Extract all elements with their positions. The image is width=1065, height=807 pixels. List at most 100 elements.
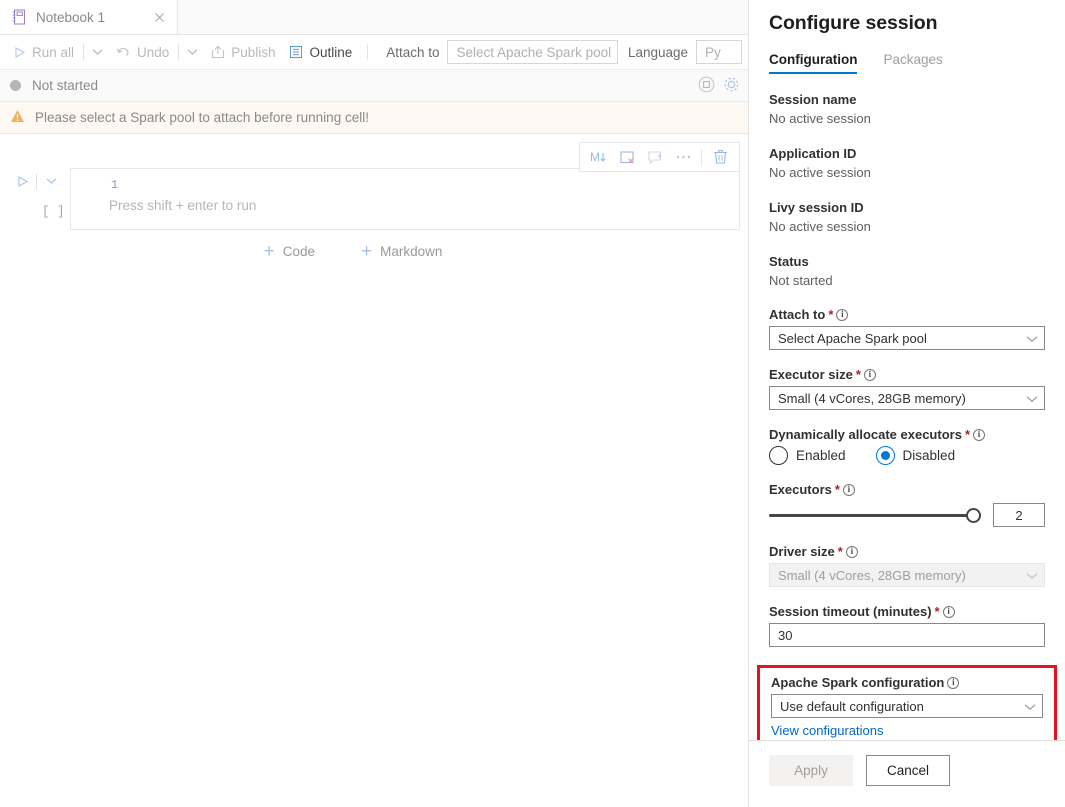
- clear-output-icon[interactable]: [614, 145, 640, 169]
- attach-to-dropdown[interactable]: Select Apache Spark pool: [447, 40, 617, 64]
- info-icon[interactable]: i: [846, 546, 858, 558]
- outline-button[interactable]: Outline: [282, 41, 359, 64]
- info-label: Application ID: [769, 145, 1045, 163]
- session-status-bar: Not started: [0, 70, 748, 102]
- required-marker: *: [828, 307, 833, 322]
- delete-icon[interactable]: [707, 145, 733, 169]
- divider: [36, 174, 37, 189]
- tab-notebook-1[interactable]: Notebook 1: [0, 0, 178, 34]
- panel-footer: Apply Cancel: [749, 740, 1065, 807]
- info-icon[interactable]: i: [864, 369, 876, 381]
- apply-button[interactable]: Apply: [769, 755, 853, 786]
- svg-text:M: M: [590, 150, 600, 164]
- radio-option-enabled[interactable]: Enabled: [769, 446, 846, 465]
- cell-chevron-down-icon[interactable]: [39, 170, 63, 192]
- executors-value-input[interactable]: 2: [993, 503, 1045, 527]
- chevron-down-icon: [1024, 699, 1036, 714]
- tab-strip-empty: [178, 0, 748, 34]
- notebook-icon: [12, 9, 27, 25]
- run-all-button[interactable]: Run all: [6, 41, 81, 64]
- code-placeholder: Press shift + enter to run: [71, 195, 739, 217]
- field-session-timeout: Session timeout (minutes) * i 30: [769, 604, 1045, 647]
- gear-icon[interactable]: [723, 76, 740, 96]
- language-dropdown[interactable]: Py: [696, 40, 742, 64]
- dynamic-allocation-radio-group: Enabled Disabled: [769, 446, 1045, 465]
- field-executors: Executors * i 2: [769, 482, 1045, 527]
- cancel-button[interactable]: Cancel: [866, 755, 950, 786]
- info-icon[interactable]: i: [947, 677, 959, 689]
- radio-button: [876, 446, 895, 465]
- info-icon[interactable]: i: [836, 309, 848, 321]
- session-timeout-label: Session timeout (minutes): [769, 604, 932, 619]
- divider: [367, 44, 368, 60]
- field-label: Executor size * i: [769, 367, 1045, 382]
- panel-tabs: Configuration Packages: [769, 52, 1045, 74]
- markdown-convert-icon[interactable]: M: [586, 145, 612, 169]
- tab-configuration[interactable]: Configuration: [769, 52, 857, 74]
- info-value: No active session: [769, 217, 1045, 236]
- undo-button[interactable]: Undo: [109, 41, 176, 64]
- run-cell-icon[interactable]: [10, 170, 34, 192]
- session-timeout-input[interactable]: 30: [769, 623, 1045, 647]
- executors-slider[interactable]: [769, 505, 981, 525]
- notebook-command-bar: Run all Undo: [0, 35, 748, 70]
- driver-size-value: Small (4 vCores, 28GB memory): [778, 568, 966, 583]
- status-actions: [698, 76, 740, 96]
- info-value: Not started: [769, 271, 1045, 290]
- slider-thumb[interactable]: [966, 508, 981, 523]
- run-all-chevron-down-icon[interactable]: [86, 44, 109, 60]
- add-markdown-cell-button[interactable]: + Markdown: [361, 242, 442, 261]
- executors-control: 2: [769, 503, 1045, 527]
- stop-icon[interactable]: [698, 76, 715, 96]
- field-driver-size: Driver size * i Small (4 vCores, 28GB me…: [769, 544, 1045, 587]
- info-session-name: Session name No active session: [769, 91, 1045, 128]
- attach-to-label: Attach to: [376, 45, 447, 60]
- attach-to-label: Attach to: [769, 307, 825, 322]
- cell-toolbar: M: [579, 142, 740, 172]
- close-icon[interactable]: [151, 9, 167, 25]
- divider: [178, 44, 179, 60]
- panel-body: Configure session Configuration Packages…: [749, 0, 1065, 740]
- plus-icon: +: [361, 242, 372, 261]
- field-label: Apache Spark configuration i: [771, 675, 1043, 690]
- executors-value: 2: [1015, 508, 1022, 523]
- radio-option-disabled[interactable]: Disabled: [876, 446, 956, 465]
- info-icon[interactable]: i: [973, 429, 985, 441]
- page-title: Configure session: [769, 0, 1045, 35]
- add-comment-icon[interactable]: [642, 145, 668, 169]
- field-label: Executors * i: [769, 482, 1045, 497]
- cell-editor[interactable]: 1 Press shift + enter to run: [70, 168, 740, 230]
- attach-to-dropdown[interactable]: Select Apache Spark pool: [769, 326, 1045, 350]
- spark-configuration-dropdown[interactable]: Use default configuration: [771, 694, 1043, 718]
- status-text: Not started: [32, 78, 98, 93]
- execution-count: [ ]: [0, 205, 65, 219]
- attach-to-value: Select Apache Spark pool: [456, 45, 611, 60]
- view-configurations-link[interactable]: View configurations: [771, 723, 884, 738]
- driver-size-label: Driver size: [769, 544, 835, 559]
- info-icon[interactable]: i: [843, 484, 855, 496]
- outline-label: Outline: [309, 45, 352, 60]
- add-code-cell-button[interactable]: + Code: [264, 242, 315, 261]
- chevron-down-icon: [1026, 331, 1038, 346]
- warning-text: Please select a Spark pool to attach bef…: [35, 110, 369, 125]
- executor-size-dropdown[interactable]: Small (4 vCores, 28GB memory): [769, 386, 1045, 410]
- required-marker: *: [856, 367, 861, 382]
- add-markdown-label: Markdown: [380, 244, 442, 259]
- tab-strip: Notebook 1: [0, 0, 748, 35]
- more-options-icon[interactable]: [670, 145, 696, 169]
- info-label: Status: [769, 253, 1045, 271]
- warning-bar: Please select a Spark pool to attach bef…: [0, 102, 748, 134]
- warning-icon: [10, 109, 25, 126]
- cell-container: M: [0, 134, 748, 261]
- run-all-label: Run all: [32, 45, 74, 60]
- slider-track: [769, 514, 981, 517]
- publish-button[interactable]: Publish: [204, 41, 282, 64]
- field-label: Attach to * i: [769, 307, 1045, 322]
- tab-packages[interactable]: Packages: [883, 52, 942, 74]
- info-livy-session-id: Livy session ID No active session: [769, 199, 1045, 236]
- undo-chevron-down-icon[interactable]: [181, 44, 204, 60]
- code-line-number: 1: [71, 175, 739, 195]
- field-label: Session timeout (minutes) * i: [769, 604, 1045, 619]
- language-label: Language: [618, 45, 696, 60]
- info-icon[interactable]: i: [943, 606, 955, 618]
